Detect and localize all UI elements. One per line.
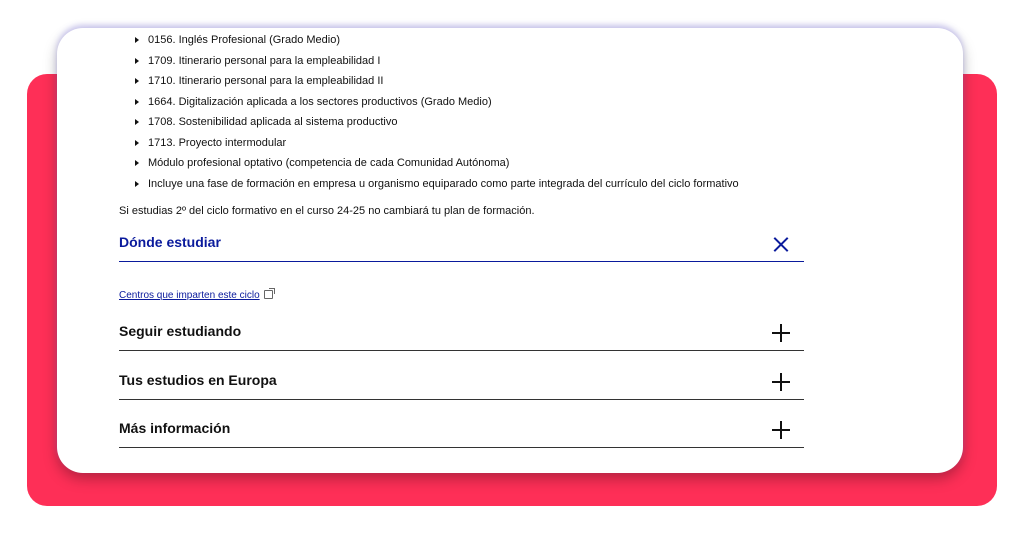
centers-link[interactable]: Centros que imparten este ciclo [119, 287, 275, 301]
list-item: Incluye una fase de formación en empresa… [135, 174, 835, 195]
list-item: 1664. Digitalización aplicada a los sect… [135, 92, 835, 113]
plus-icon[interactable] [772, 421, 790, 439]
accordion-title: Tus estudios en Europa [119, 372, 277, 388]
list-item: 1708. Sostenibilidad aplicada al sistema… [135, 112, 835, 133]
module-label: Incluye una fase de formación en empresa… [148, 177, 739, 190]
list-item: Módulo profesional optativo (competencia… [135, 153, 835, 174]
accordion-seguir-estudiando[interactable]: Seguir estudiando [119, 315, 804, 351]
accordion-estudios-europa[interactable]: Tus estudios en Europa [119, 364, 804, 400]
list-item: 1709. Itinerario personal para la emplea… [135, 51, 835, 72]
accordion-title: Dónde estudiar [119, 234, 221, 250]
accordion-where-to-study[interactable]: Dónde estudiar [119, 226, 804, 262]
module-label: 0156. Inglés Profesional (Grado Medio) [148, 34, 340, 46]
triangle-right-icon [135, 57, 139, 64]
accordion-title: Más información [119, 420, 231, 436]
triangle-right-icon [135, 119, 139, 125]
accordion-mas-informacion[interactable]: Más información [119, 412, 804, 448]
external-link-icon [263, 287, 275, 299]
list-item: 0156. Inglés Profesional (Grado Medio) [135, 30, 835, 51]
close-icon[interactable] [772, 235, 790, 253]
triangle-right-icon [135, 78, 139, 84]
list-item: 1710. Itinerario personal para la emplea… [135, 71, 835, 92]
plus-icon[interactable] [772, 324, 790, 342]
triangle-right-icon [135, 160, 139, 166]
centers-link-label: Centros que imparten este ciclo [119, 290, 260, 301]
plus-icon[interactable] [772, 373, 790, 391]
triangle-right-icon [135, 180, 139, 187]
plan-note: Si estudias 2º del ciclo formativo en el… [119, 205, 535, 217]
list-item: 1713. Proyecto intermodular [135, 133, 835, 154]
content-card: 0156. Inglés Profesional (Grado Medio) 1… [57, 28, 963, 473]
module-label: 1713. Proyecto intermodular [148, 136, 287, 149]
module-label: 1710. Itinerario personal para la emplea… [148, 75, 384, 87]
module-label: 1709. Itinerario personal para la emplea… [148, 54, 381, 67]
module-label: 1708. Sostenibilidad aplicada al sistema… [148, 116, 398, 128]
module-label: Módulo profesional optativo (competencia… [148, 157, 510, 169]
triangle-right-icon [135, 37, 139, 43]
triangle-right-icon [135, 98, 139, 105]
module-list: 0156. Inglés Profesional (Grado Medio) 1… [135, 30, 835, 194]
triangle-right-icon [135, 139, 139, 146]
module-label: 1664. Digitalización aplicada a los sect… [148, 95, 492, 108]
accordion-title: Seguir estudiando [119, 323, 242, 339]
